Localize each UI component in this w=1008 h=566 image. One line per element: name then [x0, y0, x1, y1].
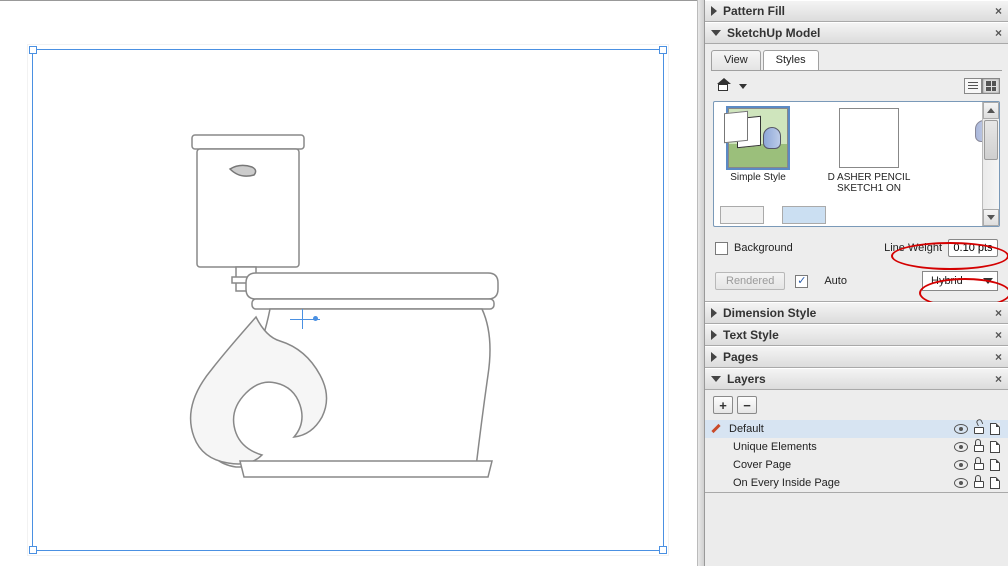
- style-item[interactable]: D ASHER PENCIL SKETCH1 ON: [814, 108, 924, 220]
- render-mode-select[interactable]: Hybrid: [922, 271, 998, 291]
- scrollbar[interactable]: [982, 102, 999, 226]
- layer-row[interactable]: On Every Inside Page: [705, 474, 1008, 492]
- selection-handle-tr[interactable]: [659, 46, 667, 54]
- line-weight-label: Line Weight: [884, 242, 942, 254]
- panel-body-layers: + − Default Unique Elements Cover Page: [705, 390, 1008, 493]
- viewport-anchor-icon[interactable]: [290, 309, 320, 329]
- layer-name: Default: [729, 423, 948, 435]
- panel-title: Text Style: [723, 328, 995, 342]
- disclosure-icon: [711, 30, 721, 36]
- view-list-button[interactable]: [964, 78, 982, 94]
- close-icon[interactable]: ×: [995, 26, 1002, 40]
- panel-header-pattern-fill[interactable]: Pattern Fill ×: [705, 0, 1008, 22]
- page-icon[interactable]: [990, 423, 1000, 435]
- style-item-label: Simple Style: [720, 172, 796, 183]
- tab-styles[interactable]: Styles: [763, 50, 819, 70]
- selection-handle-tl[interactable]: [29, 46, 37, 54]
- background-checkbox[interactable]: [715, 242, 728, 255]
- panel-header-sketchup-model[interactable]: SketchUp Model ×: [705, 22, 1008, 44]
- panel-splitter[interactable]: [697, 0, 705, 566]
- disclosure-icon: [711, 376, 721, 382]
- panel-header-layers[interactable]: Layers ×: [705, 368, 1008, 390]
- close-icon[interactable]: ×: [995, 4, 1002, 18]
- disclosure-icon: [711, 6, 717, 16]
- disclosure-icon: [711, 330, 717, 340]
- panel-title: SketchUp Model: [727, 26, 995, 40]
- auto-label: Auto: [824, 275, 847, 287]
- lock-icon[interactable]: [974, 442, 984, 452]
- close-icon[interactable]: ×: [995, 306, 1002, 320]
- rendered-button: Rendered: [715, 272, 785, 290]
- grid-icon: [986, 81, 996, 91]
- style-thumbnail-small[interactable]: [720, 206, 764, 224]
- scroll-thumb[interactable]: [984, 120, 998, 160]
- eye-icon[interactable]: [954, 478, 968, 488]
- disclosure-icon: [711, 308, 717, 318]
- panel-header-text-style[interactable]: Text Style ×: [705, 324, 1008, 346]
- scroll-down-button[interactable]: [983, 209, 999, 226]
- styles-home-button[interactable]: [713, 77, 735, 95]
- layer-list: Default Unique Elements Cover Page On Ev…: [705, 420, 1008, 492]
- eye-icon[interactable]: [954, 424, 968, 434]
- style-thumbnail-small[interactable]: [782, 206, 826, 224]
- chevron-down-icon[interactable]: [739, 84, 747, 89]
- scroll-up-button[interactable]: [983, 102, 999, 119]
- panel-title: Layers: [727, 372, 995, 386]
- page-icon[interactable]: [990, 477, 1000, 489]
- layer-row[interactable]: Cover Page: [705, 456, 1008, 474]
- panel-title: Dimension Style: [723, 306, 995, 320]
- eye-icon[interactable]: [954, 460, 968, 470]
- eye-icon[interactable]: [954, 442, 968, 452]
- disclosure-icon: [711, 352, 717, 362]
- style-item-label: D ASHER PENCIL SKETCH1 ON: [814, 172, 924, 194]
- background-label: Background: [734, 242, 793, 254]
- line-weight-input[interactable]: [948, 239, 998, 257]
- add-layer-button[interactable]: +: [713, 396, 733, 414]
- home-icon: [717, 80, 731, 92]
- inspector-panels: Pattern Fill × SketchUp Model × View Sty…: [705, 0, 1008, 566]
- lock-icon[interactable]: [974, 460, 984, 470]
- chevron-down-icon: [983, 278, 993, 284]
- panel-body-sketchup-model: View Styles Simple Style: [705, 44, 1008, 302]
- lock-icon[interactable]: [974, 424, 984, 434]
- selection-handle-br[interactable]: [659, 546, 667, 554]
- styles-listbox[interactable]: Simple Style D ASHER PENCIL SKETCH1 ON: [713, 101, 1000, 227]
- layer-name: Unique Elements: [711, 441, 948, 453]
- panel-header-dimension-style[interactable]: Dimension Style ×: [705, 302, 1008, 324]
- tab-view[interactable]: View: [711, 50, 761, 70]
- panel-title: Pages: [723, 350, 995, 364]
- remove-layer-button[interactable]: −: [737, 396, 757, 414]
- close-icon[interactable]: ×: [995, 372, 1002, 386]
- list-icon: [968, 82, 978, 90]
- layer-name: On Every Inside Page: [711, 477, 948, 489]
- close-icon[interactable]: ×: [995, 328, 1002, 342]
- close-icon[interactable]: ×: [995, 350, 1002, 364]
- style-thumbnail: [839, 108, 899, 168]
- selection-handle-bl[interactable]: [29, 546, 37, 554]
- panel-title: Pattern Fill: [723, 4, 995, 18]
- view-grid-button[interactable]: [982, 78, 1000, 94]
- page-icon[interactable]: [990, 441, 1000, 453]
- panel-header-pages[interactable]: Pages ×: [705, 346, 1008, 368]
- layer-row[interactable]: Default: [705, 420, 1008, 438]
- canvas-area[interactable]: [0, 0, 697, 566]
- lock-icon[interactable]: [974, 478, 984, 488]
- layer-name: Cover Page: [711, 459, 948, 471]
- page-icon[interactable]: [990, 459, 1000, 471]
- render-mode-value: Hybrid: [931, 275, 963, 287]
- layer-row[interactable]: Unique Elements: [705, 438, 1008, 456]
- viewport-model[interactable]: [120, 121, 520, 481]
- auto-checkbox[interactable]: [795, 275, 808, 288]
- pencil-icon: [711, 423, 723, 435]
